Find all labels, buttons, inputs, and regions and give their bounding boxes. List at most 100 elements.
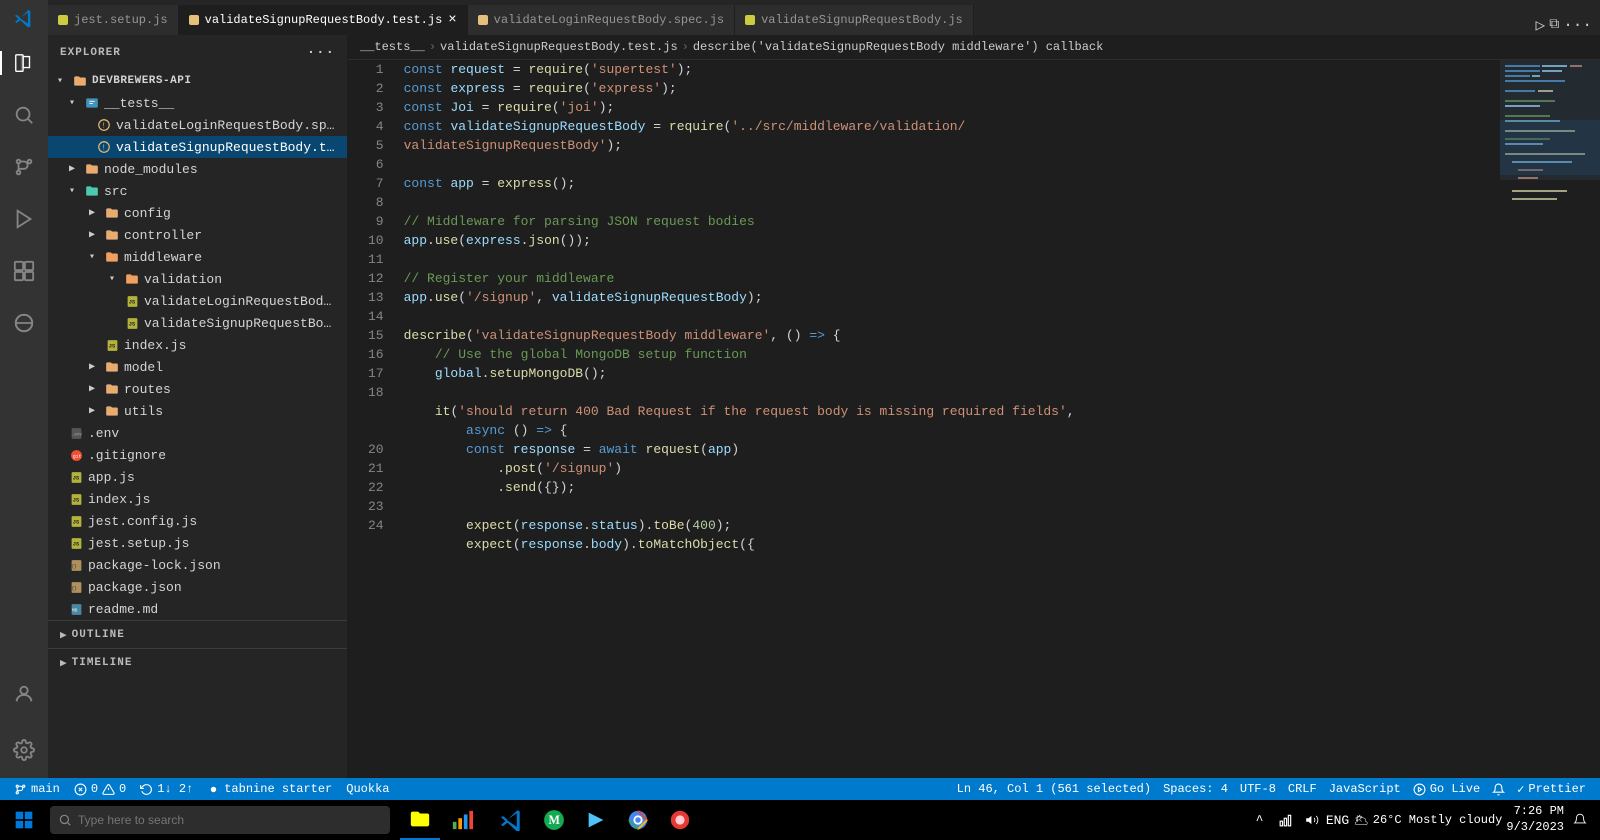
taskbar: M <box>0 800 1600 840</box>
tree-routes-folder[interactable]: ▶ routes <box>48 378 347 400</box>
tree-validatelogin-spec[interactable]: ! validateLoginRequestBody.spec.js <box>48 114 347 136</box>
tab-bar: jest.setup.js validateSignupRequestBody.… <box>0 0 1600 35</box>
outline-label: OUTLINE <box>72 629 125 641</box>
taskbar-vscode-icon[interactable] <box>492 800 532 840</box>
tree-indexjs-file[interactable]: JS index.js <box>48 488 347 510</box>
tree-packagelock-file[interactable]: {} package-lock.json <box>48 554 347 576</box>
taskbar-time[interactable]: 7:26 PM 9/3/2023 <box>1506 804 1564 835</box>
vscode-taskbar-icon <box>501 809 523 831</box>
tree-arrow-model: ▶ <box>84 359 100 375</box>
tree-validation-folder[interactable]: ▾ validation <box>48 268 347 290</box>
taskbar-weather[interactable]: 🌥 26°C Mostly cloudy <box>1354 813 1503 828</box>
tree-utils-folder[interactable]: ▶ utils <box>48 400 347 422</box>
tree-controller-folder[interactable]: ▶ controller <box>48 224 347 246</box>
split-editor-icon[interactable]: ⧉ <box>1549 17 1559 33</box>
tab-label-validate-signup-test: validateSignupRequestBody.test.js <box>205 13 443 27</box>
tree-label-gitignore-file: .gitignore <box>88 448 339 463</box>
status-spaces[interactable]: Spaces: 4 <box>1157 778 1234 800</box>
windows-logo-icon <box>14 810 34 830</box>
taskbar-chrome-icon[interactable] <box>618 800 658 840</box>
ln12: 12 <box>368 269 384 288</box>
taskbar-icon-explorer[interactable] <box>400 800 440 840</box>
taskbar-network-icon[interactable] <box>1274 808 1298 832</box>
activity-bar <box>0 35 48 778</box>
tree-src-folder[interactable]: ▾ src <box>48 180 347 202</box>
taskbar-icon-graph[interactable] <box>442 800 482 840</box>
status-sync[interactable]: 1↓ 2↑ <box>134 778 199 800</box>
activity-extensions[interactable] <box>0 247 48 295</box>
status-git-branch[interactable]: main <box>8 778 66 800</box>
tree-jestconfig-file[interactable]: JS jest.config.js <box>48 510 347 532</box>
activity-settings[interactable] <box>0 726 48 774</box>
tree-jestsetup-file[interactable]: JS jest.setup.js <box>48 532 347 554</box>
tree-appjs-file[interactable]: JS app.js <box>48 466 347 488</box>
run-icon[interactable]: ▷ <box>1536 15 1546 35</box>
tree-validatesignup-test[interactable]: ! validateSignupRequestBody.tes... <box>48 136 347 158</box>
taskbar-red-app-icon[interactable] <box>660 800 700 840</box>
tree-config-folder[interactable]: ▶ config <box>48 202 347 224</box>
status-bell[interactable] <box>1486 778 1511 800</box>
status-tabnine[interactable]: tabnine starter <box>201 778 338 800</box>
tree-middleware-folder[interactable]: ▾ middleware <box>48 246 347 268</box>
activity-git[interactable] <box>0 143 48 191</box>
status-prettier[interactable]: ✓ Prettier <box>1511 778 1592 800</box>
code-line-21: .send({}); <box>404 478 1500 497</box>
timeline-label: TIMELINE <box>72 657 133 669</box>
vscode-icon <box>15 9 33 27</box>
tab-validate-login-spec[interactable]: validateLoginRequestBody.spec.js <box>468 5 735 35</box>
taskbar-start-button[interactable] <box>4 800 44 840</box>
tree-validatesignup-js[interactable]: JS validateSignupRequestBody.js <box>48 312 347 334</box>
tab-jest-setup[interactable]: jest.setup.js <box>48 5 179 35</box>
tree-env-file[interactable]: .env .env <box>48 422 347 444</box>
tree-packagejson-file[interactable]: {} package.json <box>48 576 347 598</box>
tab-close-validate-signup-test[interactable]: × <box>448 13 456 27</box>
sidebar-timeline-section[interactable]: ▶ TIMELINE <box>48 648 347 676</box>
tree-tests-folder[interactable]: ▾ __tests__ <box>48 92 347 114</box>
status-language[interactable]: JavaScript <box>1323 778 1407 800</box>
taskbar-middle-apps: M <box>492 800 700 840</box>
timeline-arrow: ▶ <box>60 656 68 670</box>
taskbar-chevron-up-icon[interactable]: ^ <box>1248 808 1272 832</box>
tab-validate-signup-test[interactable]: validateSignupRequestBody.test.js × <box>179 5 468 35</box>
ln10: 10 <box>368 231 384 250</box>
status-position-label: Ln 46, Col 1 (561 selected) <box>957 782 1151 796</box>
status-line-ending[interactable]: CRLF <box>1282 778 1323 800</box>
status-errors[interactable]: 0 0 <box>68 778 132 800</box>
sidebar-outline-section[interactable]: ▶ OUTLINE <box>48 620 347 648</box>
tree-label-jestconfig-file: jest.config.js <box>88 514 339 529</box>
taskbar-mongodb-icon[interactable]: M <box>534 800 574 840</box>
taskbar-search-input[interactable] <box>78 813 382 827</box>
taskbar-blue-arrow-icon[interactable] <box>576 800 616 840</box>
activity-explorer[interactable] <box>0 39 48 87</box>
taskbar-notification-icon[interactable] <box>1568 808 1592 832</box>
tree-root[interactable]: ▾ DEVBREWERS-API <box>48 70 347 92</box>
tree-icon-src <box>84 183 100 199</box>
taskbar-search-box[interactable] <box>50 806 390 834</box>
code-line-17 <box>404 383 1500 402</box>
tree-icon-root <box>72 73 88 89</box>
activity-accounts[interactable] <box>0 670 48 718</box>
tree-model-folder[interactable]: ▶ model <box>48 356 347 378</box>
minimap-canvas <box>1500 60 1600 760</box>
activity-debug[interactable] <box>0 195 48 243</box>
tab-validate-signup-js[interactable]: validateSignupRequestBody.js <box>735 5 974 35</box>
activity-search[interactable] <box>0 91 48 139</box>
tree-gitignore-file[interactable]: git .gitignore <box>48 444 347 466</box>
tree-nodemodules-folder[interactable]: ▶ node_modules <box>48 158 347 180</box>
code-editor[interactable]: const request = require('supertest'); co… <box>396 60 1500 778</box>
taskbar-date-label: 9/3/2023 <box>1506 820 1564 836</box>
taskbar-volume-icon[interactable] <box>1300 808 1324 832</box>
status-quokka[interactable]: Quokka <box>340 778 395 800</box>
status-encoding[interactable]: UTF-8 <box>1234 778 1282 800</box>
tree-readme-file[interactable]: MD readme.md <box>48 598 347 620</box>
tree-middleware-index-js[interactable]: JS index.js <box>48 334 347 356</box>
status-golive[interactable]: Go Live <box>1407 778 1486 800</box>
svg-text:M: M <box>549 813 561 827</box>
svg-text:JS: JS <box>72 540 79 547</box>
tree-validatelogin-js[interactable]: JS validateLoginRequestBody.js <box>48 290 347 312</box>
status-position[interactable]: Ln 46, Col 1 (561 selected) <box>951 778 1157 800</box>
taskbar-keyboard-icon[interactable]: ENG <box>1326 808 1350 832</box>
more-actions-icon[interactable]: ··· <box>1563 16 1592 34</box>
activity-remote[interactable] <box>0 299 48 347</box>
sidebar-more-icon[interactable]: ··· <box>307 45 335 61</box>
